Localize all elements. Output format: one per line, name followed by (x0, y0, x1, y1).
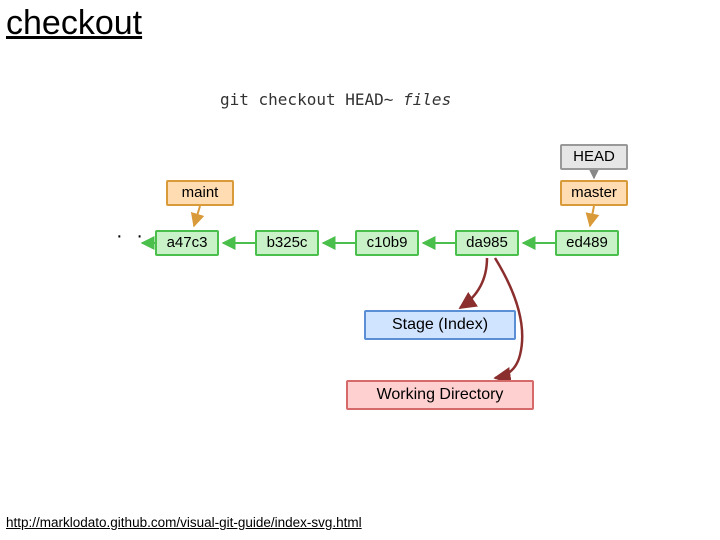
head-ref: HEAD (560, 144, 628, 170)
command-text: git checkout HEAD~ files (220, 90, 451, 109)
source-link[interactable]: http://marklodato.github.com/visual-git-… (6, 515, 362, 530)
slide-title: checkout (6, 4, 142, 43)
git-diagram: git checkout HEAD~ files (100, 90, 660, 440)
commit-b325c: b325c (255, 230, 319, 256)
stage-index: Stage (Index) (364, 310, 516, 340)
working-directory: Working Directory (346, 380, 534, 410)
command-prefix: git checkout HEAD~ (220, 90, 403, 109)
commit-c10b9: c10b9 (355, 230, 419, 256)
commit-da985: da985 (455, 230, 519, 256)
branch-master: master (560, 180, 628, 206)
branch-maint: maint (166, 180, 234, 206)
commit-a47c3: a47c3 (155, 230, 219, 256)
command-files: files (403, 90, 451, 109)
commit-ed489: ed489 (555, 230, 619, 256)
